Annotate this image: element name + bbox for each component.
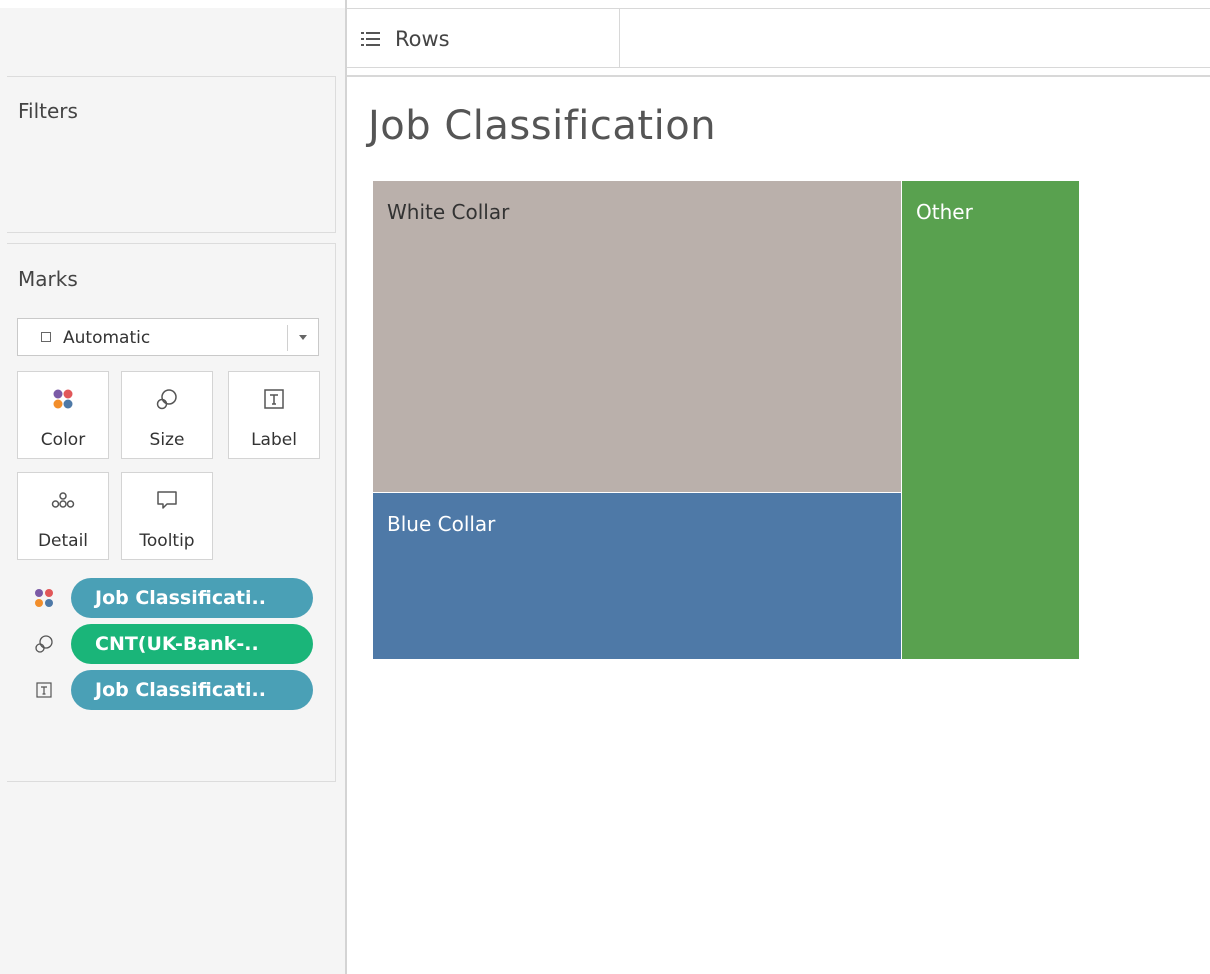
treemap-cell-other[interactable]: Other (902, 181, 1079, 659)
marks-card: Marks Automatic Color Size Label Detail … (7, 243, 336, 782)
rows-icon (361, 32, 380, 46)
rows-label: Rows (395, 27, 450, 51)
left-top-strip (0, 0, 346, 8)
size-button[interactable]: Size (121, 371, 213, 459)
size-button-label: Size (149, 430, 185, 450)
size-icon (156, 389, 177, 410)
color-button-label: Color (40, 430, 86, 450)
color-button[interactable]: Color (17, 371, 109, 459)
dropdown-separator (287, 325, 288, 351)
chevron-down-icon[interactable] (299, 335, 307, 340)
detail-button-label: Detail (37, 531, 89, 551)
size-icon (35, 635, 53, 653)
color-icon (53, 389, 73, 409)
size-field-pill[interactable]: CNT(UK-Bank-.. (71, 624, 313, 664)
treemap-label-blue-collar: Blue Collar (387, 512, 496, 536)
rows-shelf[interactable]: Rows (347, 8, 1210, 68)
color-field-pill[interactable]: Job Classificati.. (71, 578, 313, 618)
detail-icon (51, 492, 75, 508)
label-button[interactable]: Label (228, 371, 320, 459)
text-label-icon (36, 682, 52, 698)
pane-divider[interactable] (345, 0, 347, 974)
tooltip-button[interactable]: Tooltip (121, 472, 213, 560)
tooltip-icon (157, 491, 177, 509)
treemap-label-white-collar: White Collar (387, 200, 510, 224)
left-pane: Filters Marks Automatic Color Size Label… (0, 0, 346, 974)
treemap-label-other: Other (916, 200, 973, 224)
treemap-cell-blue-collar[interactable]: Blue Collar (373, 493, 901, 659)
rows-shelf-label-box: Rows (347, 9, 620, 67)
filters-title: Filters (18, 99, 78, 123)
view-title[interactable]: Job Classification (368, 103, 716, 149)
mark-type-value: Automatic (63, 328, 151, 348)
label-button-label: Label (251, 430, 297, 450)
treemap-cell-white-collar[interactable]: White Collar (373, 181, 901, 492)
view-separator (347, 75, 1210, 77)
marks-title: Marks (18, 267, 78, 291)
tooltip-button-label: Tooltip (139, 531, 195, 551)
square-mark-icon (41, 332, 51, 342)
mark-type-dropdown[interactable]: Automatic (17, 318, 319, 356)
color-icon (35, 589, 53, 607)
filters-card[interactable]: Filters (7, 76, 336, 233)
label-field-pill[interactable]: Job Classificati.. (71, 670, 313, 710)
text-label-icon (264, 389, 284, 409)
detail-button[interactable]: Detail (17, 472, 109, 560)
